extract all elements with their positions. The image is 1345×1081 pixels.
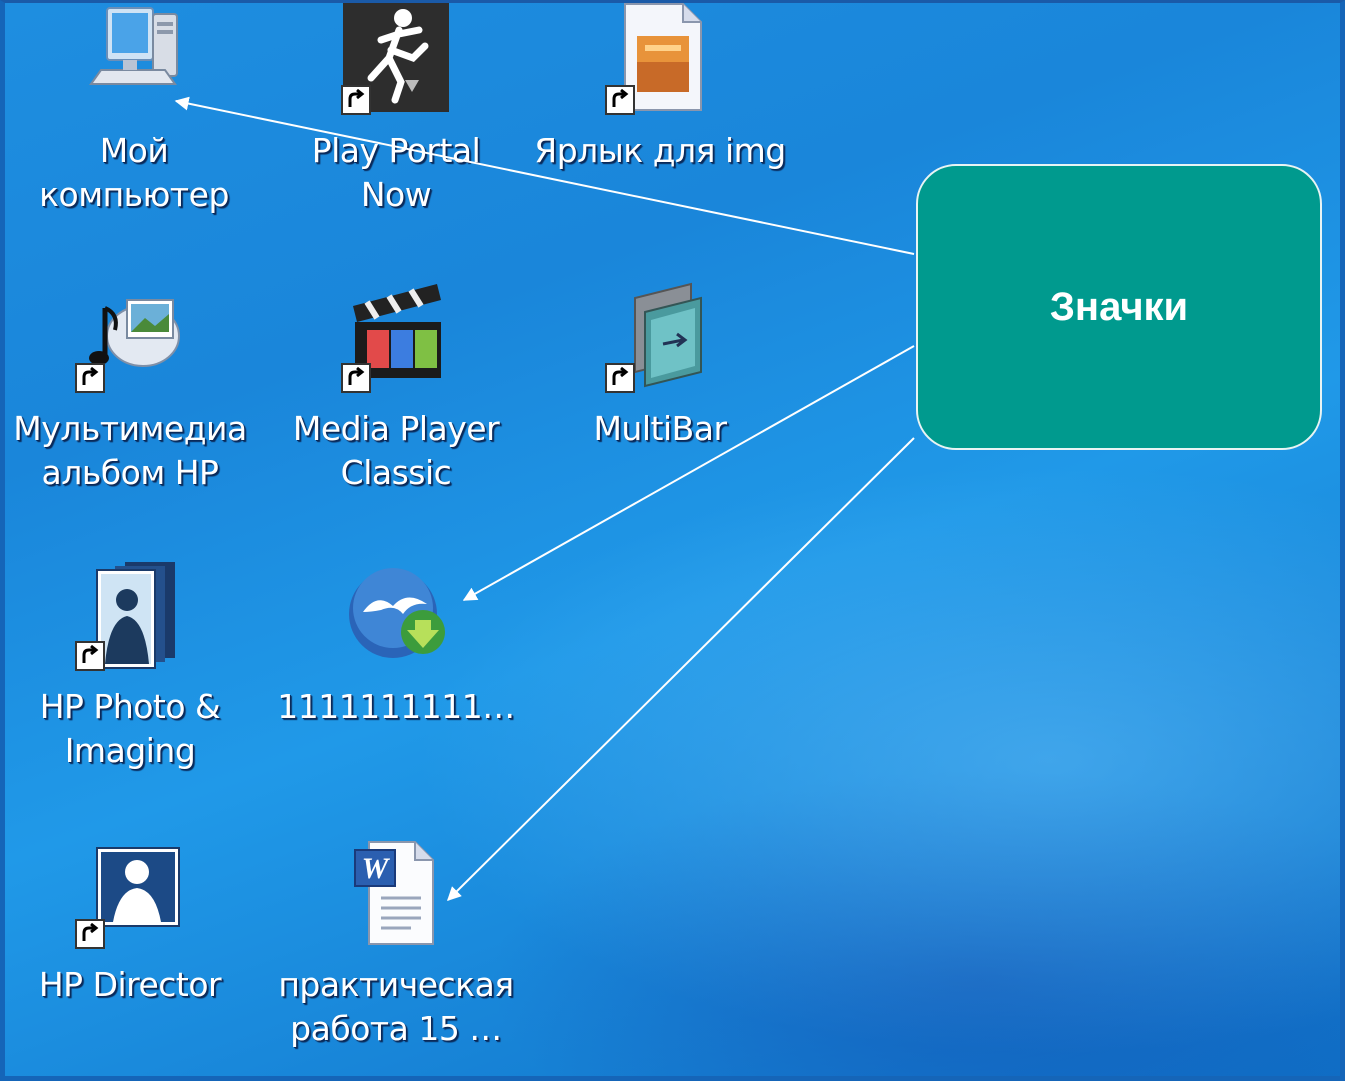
icon-label: практическая работа 15 … (278, 965, 514, 1048)
icon-label: Мультимедиа альбом HP (13, 409, 247, 492)
icon-label: 1111111111… (277, 687, 515, 726)
multimedia-album-icon (75, 278, 185, 393)
shortcut-arrow-icon (75, 919, 105, 949)
desktop-icon-img-shortcut[interactable]: Ярлык для img (530, 0, 790, 173)
image-file-icon (605, 0, 715, 115)
desktop-icon-my-computer[interactable]: Мой компьютер (4, 0, 264, 217)
computer-icon (79, 0, 189, 115)
icon-label: HP Photo & Imaging (39, 687, 221, 770)
hp-director-icon (75, 834, 185, 949)
multibar-icon (605, 278, 715, 393)
desktop-icon-hp-photo[interactable]: HP Photo & Imaging (0, 556, 260, 773)
icon-label: Play Portal Now (311, 131, 481, 214)
icon-label: Ярлык для img (534, 131, 786, 170)
icon-label: Мой компьютер (39, 131, 229, 214)
word-document-icon: W (341, 834, 451, 949)
icon-label: Media Player Classic (292, 409, 500, 492)
callout-box: Значки (916, 164, 1322, 450)
shortcut-arrow-icon (75, 363, 105, 393)
callout-text: Значки (1049, 284, 1189, 329)
hp-photo-icon (75, 556, 185, 671)
desktop-icon-hp-multimedia[interactable]: Мультимедиа альбом HP (0, 278, 260, 495)
clapperboard-icon (341, 278, 451, 393)
desktop-icon-practical-work[interactable]: W практическая работа 15 … (266, 834, 526, 1051)
shortcut-arrow-icon (75, 641, 105, 671)
desktop-icon-openoffice-file[interactable]: 1111111111… (266, 556, 526, 729)
shortcut-arrow-icon (605, 363, 635, 393)
icon-label: MultiBar (593, 409, 727, 448)
desktop-icon-play-portal[interactable]: Play Portal Now (266, 0, 526, 217)
desktop-icon-multibar[interactable]: MultiBar (530, 278, 790, 451)
shortcut-arrow-icon (341, 363, 371, 393)
openoffice-download-icon (341, 556, 451, 671)
desktop-icon-hp-director[interactable]: HP Director (0, 834, 260, 1007)
icon-label: HP Director (38, 965, 222, 1004)
shortcut-arrow-icon (605, 85, 635, 115)
desktop-icon-media-player-classic[interactable]: Media Player Classic (266, 278, 526, 495)
shortcut-arrow-icon (341, 85, 371, 115)
svg-text:W: W (362, 852, 391, 885)
play-portal-icon (341, 0, 451, 115)
